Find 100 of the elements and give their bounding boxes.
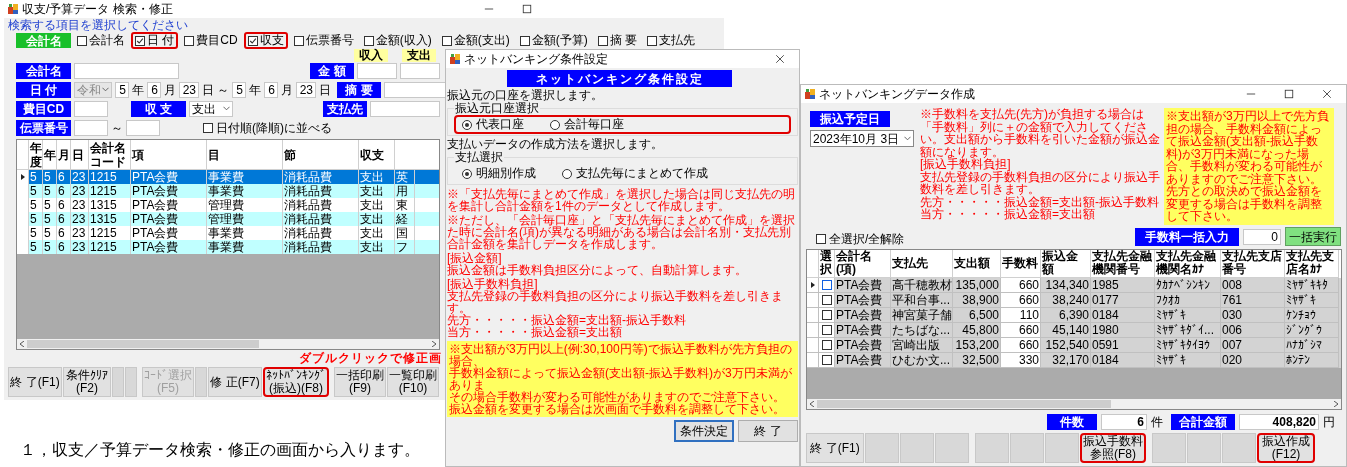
text-field[interactable]: [400, 62, 440, 79]
horizontal-scrollbar[interactable]: [17, 339, 439, 349]
checkbox[interactable]: [821, 294, 832, 305]
close-icon[interactable]: [1322, 89, 1332, 99]
fee-label: 手数料一括入力: [1135, 227, 1239, 246]
column-header: 支払先: [891, 249, 953, 278]
column-heading: 収入: [354, 49, 388, 62]
chevron-down-icon: [102, 87, 109, 92]
checkbox[interactable]: [597, 35, 608, 46]
function-key-button[interactable]: ﾈｯﾄﾊﾞﾝｷﾝｸﾞ (振込)(F8): [263, 367, 329, 397]
apply-button[interactable]: 一括実行: [1285, 227, 1341, 246]
close-icon[interactable]: [775, 54, 785, 64]
table-row[interactable]: 5 5 6 23 1315 PTA会費 管理費 消耗品費 支出 経: [17, 212, 439, 226]
field-label: 収 支: [131, 100, 186, 117]
checkbox[interactable]: [821, 309, 832, 320]
checkbox[interactable]: [816, 233, 826, 244]
column-header: 支払先金融機関名ｶﾅ: [1155, 249, 1221, 278]
radio-button[interactable]: [562, 168, 572, 179]
text-field[interactable]: 408,820: [1239, 413, 1319, 430]
dialog-button[interactable]: 条件決定: [674, 420, 734, 442]
function-key-button[interactable]: 振込作成 (F12): [1257, 433, 1315, 463]
checkbox[interactable]: [184, 35, 195, 46]
function-key-button[interactable]: 一括印刷 (F9): [334, 367, 386, 397]
text-field[interactable]: 5: [232, 81, 246, 98]
note-text: 当方・・・・・振込金額=支出額: [447, 326, 622, 338]
text-field[interactable]: [126, 119, 160, 136]
function-key-button[interactable]: 修 正(F7): [208, 367, 262, 397]
checkbox[interactable]: [77, 35, 87, 46]
type-dropdown[interactable]: 支出: [189, 100, 233, 117]
function-key-button[interactable]: 一覧印刷 (F10): [387, 367, 439, 397]
scroll-right-icon[interactable]: [1334, 401, 1338, 407]
checkbox[interactable]: [135, 35, 145, 46]
table-row[interactable]: 5 5 6 23 1215 PTA会費 事業費 消耗品費 支出 国: [17, 226, 439, 240]
horizontal-scrollbar[interactable]: [807, 399, 1341, 409]
text-field[interactable]: 6: [1101, 413, 1147, 430]
scroll-left-icon[interactable]: [810, 401, 814, 407]
text-field[interactable]: 6: [264, 81, 278, 98]
text-field[interactable]: 23: [179, 81, 199, 98]
table-row[interactable]: 5 5 6 23 1315 PTA会費 管理費 消耗品費 支出 東: [17, 198, 439, 212]
checkbox[interactable]: [247, 35, 258, 46]
radio-button[interactable]: [550, 119, 560, 130]
scrollbar-thumb[interactable]: [817, 400, 1111, 408]
checkbox[interactable]: [519, 35, 530, 46]
checkbox[interactable]: [203, 122, 213, 133]
dialog-button[interactable]: 終 了: [738, 420, 798, 442]
scrollbar-thumb[interactable]: [27, 340, 260, 348]
function-key-button[interactable]: 振込手数料参照(F8): [1080, 433, 1146, 463]
checkbox[interactable]: [821, 279, 832, 290]
text-field[interactable]: 5: [115, 81, 129, 98]
scroll-right-icon[interactable]: [432, 341, 436, 347]
radio-label: 会計毎口座: [564, 118, 624, 131]
note-text: 振込金額は手数料負担区分によって、自動計算します。: [447, 264, 748, 276]
field-label: 振込予定日: [810, 111, 890, 127]
text-field[interactable]: [74, 62, 179, 79]
function-key-button[interactable]: 終 了(F1): [8, 367, 62, 397]
text-field[interactable]: [357, 62, 397, 79]
checkbox[interactable]: [821, 339, 832, 350]
text-field[interactable]: 23: [296, 81, 316, 98]
checkbox[interactable]: [441, 35, 452, 46]
table-cell: 5: [29, 240, 43, 254]
table-row[interactable]: 5 5 6 23 1215 PTA会費 事業費 消耗品費 支出 フ: [17, 240, 439, 254]
scroll-left-icon[interactable]: [20, 341, 24, 347]
note-text: ※「支払先毎にまとめて作成」を選択した場合は同じ支払先の明: [447, 188, 796, 200]
checkbox[interactable]: [821, 324, 832, 335]
table-cell: 5: [43, 240, 57, 254]
table-row[interactable]: 5 5 6 23 1215 PTA会費 事業費 消耗品費 支出 用: [17, 184, 439, 198]
radio-button[interactable]: [462, 168, 472, 179]
function-key-button[interactable]: 終 了(F1): [806, 433, 864, 463]
date-dropdown[interactable]: 2023年10月 3日: [810, 130, 914, 147]
function-key-button[interactable]: 条件ｸﾘｱ (F2): [63, 367, 111, 397]
chevron-down-icon: [904, 136, 911, 141]
checkbox-label: 金額(収入): [375, 34, 432, 47]
checkbox[interactable]: [363, 35, 374, 46]
warning-text: 振込金額を変更する場合は次画面で手数料を調整して下さい。: [449, 403, 786, 415]
table-cell: PTA会費: [131, 240, 207, 254]
note-text: た時に会計名(項)が異なる明細がある場合は会計名別・支払先別: [447, 226, 791, 238]
field-label: 摘 要: [337, 81, 381, 98]
note-text: [振込金額]: [447, 252, 503, 264]
date-unit: 年: [132, 82, 144, 97]
table-row[interactable]: 5 5 6 23 1215 PTA会費 事業費 消耗品費 支出 英: [17, 170, 439, 184]
column-header: 振込金額: [1041, 249, 1091, 278]
text-field[interactable]: [74, 100, 108, 117]
text-field[interactable]: 0: [1243, 228, 1281, 245]
field-label: 合計金額: [1171, 413, 1235, 430]
radio-button[interactable]: [462, 119, 472, 130]
text-field[interactable]: [74, 119, 108, 136]
field-label: 会計名: [16, 62, 71, 79]
text-field[interactable]: [370, 100, 440, 117]
checkbox[interactable]: [647, 35, 658, 46]
window-title: 収支/予算データ 検索・修正: [22, 2, 173, 16]
column-header: 選択: [819, 249, 835, 278]
table-cell: 23: [71, 240, 89, 254]
window-title: ネットバンキングデータ作成: [819, 87, 975, 101]
checkbox[interactable]: [293, 35, 304, 46]
maximize-icon[interactable]: [1284, 89, 1294, 99]
text-field[interactable]: 6: [147, 81, 161, 98]
warning-text: ※支出額が3万円以上(例:30,100円等)で振込手数料が先方負担の場合、: [449, 343, 793, 367]
maximize-icon[interactable]: [522, 4, 532, 14]
checkbox[interactable]: [821, 354, 832, 365]
checkbox-label: 費目CD: [196, 34, 238, 47]
